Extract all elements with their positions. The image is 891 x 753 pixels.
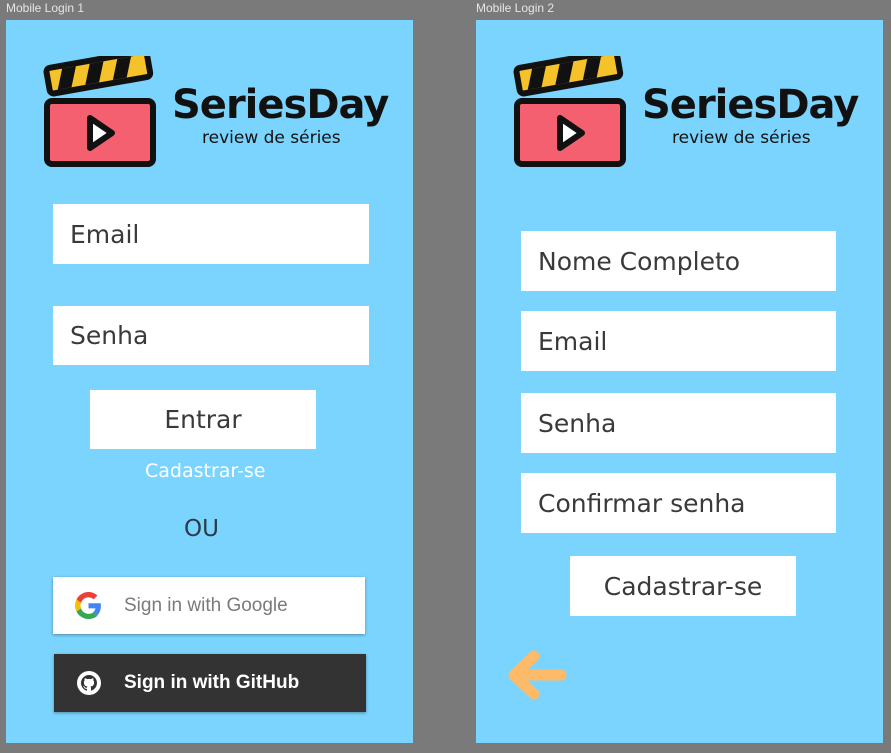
signup-link[interactable]: Cadastrar-se	[145, 460, 265, 482]
clapperboard-icon	[513, 56, 626, 167]
google-signin-label: Sign in with Google	[124, 594, 288, 616]
frame-label-login-2: Mobile Login 2	[476, 1, 555, 15]
full-name-field[interactable]: Nome Completo	[521, 231, 836, 291]
or-divider-text: OU	[184, 516, 219, 542]
logo: SeriesDay review de séries	[42, 56, 389, 176]
google-signin-button[interactable]: Sign in with Google	[53, 577, 365, 634]
login-screen: SeriesDay review de séries Email Senha E…	[6, 20, 413, 743]
password-field[interactable]: Senha	[521, 393, 836, 453]
brand-name: SeriesDay	[642, 82, 859, 128]
arrow-left-icon[interactable]	[506, 650, 568, 700]
github-signin-button[interactable]: Sign in with GitHub	[54, 654, 366, 712]
brand-tagline: review de séries	[202, 128, 341, 148]
email-field[interactable]: Email	[53, 204, 369, 264]
email-field[interactable]: Email	[521, 311, 836, 371]
confirm-password-field[interactable]: Confirmar senha	[521, 473, 836, 533]
login-button[interactable]: Entrar	[90, 390, 316, 449]
logo: SeriesDay review de séries	[512, 56, 859, 176]
github-icon	[77, 671, 101, 695]
signup-screen: SeriesDay review de séries Nome Completo…	[476, 20, 883, 743]
clapperboard-icon	[43, 56, 156, 167]
brand-tagline: review de séries	[672, 128, 811, 148]
github-signin-label: Sign in with GitHub	[124, 672, 300, 693]
brand-name: SeriesDay	[172, 82, 389, 128]
password-field[interactable]: Senha	[53, 306, 369, 365]
google-icon	[75, 592, 101, 619]
signup-button[interactable]: Cadastrar-se	[570, 556, 796, 616]
frame-label-login-1: Mobile Login 1	[6, 1, 85, 15]
